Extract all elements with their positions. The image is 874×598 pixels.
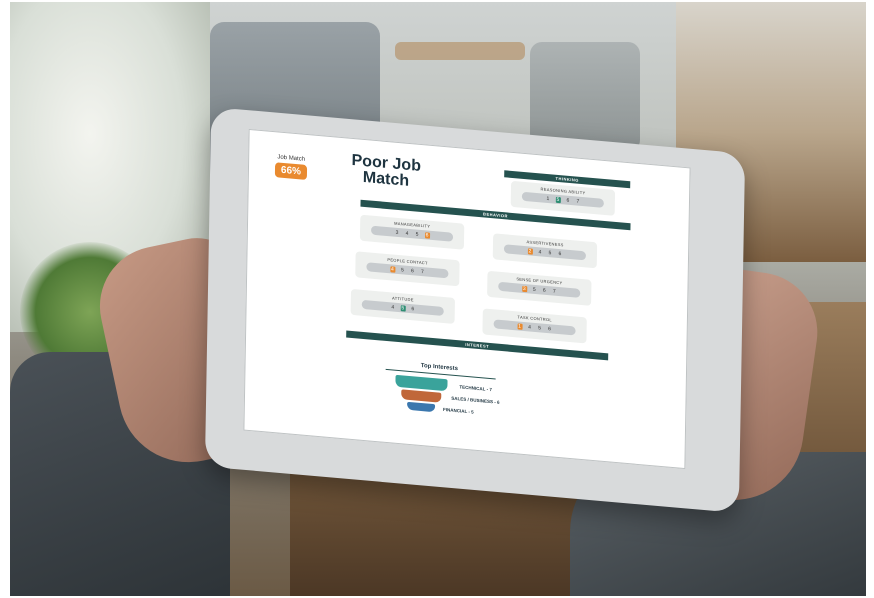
scale-value: 4 (538, 248, 542, 255)
scale-value-highlight: 5 (400, 304, 406, 312)
scale-value: 4 (391, 303, 395, 311)
scale-value: 4 (528, 323, 532, 331)
side-table (395, 42, 525, 60)
top-interests-title: Top Interests (420, 362, 459, 373)
job-match-label: Job Match (277, 154, 306, 163)
scale-value-highlight: 5 (555, 196, 561, 203)
scale-value: 5 (415, 231, 419, 238)
metric-reasoning-ability: REASONING ABILITY 1 5 6 7 (510, 180, 616, 216)
scale-value: 7 (420, 268, 424, 275)
scale-value: 6 (411, 305, 415, 312)
photo-background: Job Match 66% Poor Job Match THINKING RE… (10, 2, 866, 596)
scale-value-highlight: 4 (389, 265, 395, 273)
metric-task-control: TASK CONTROL 1 4 5 6 (482, 308, 587, 344)
scale-value-highlight: 1 (517, 322, 523, 330)
scale-value: 4 (405, 230, 409, 237)
scale-value: 7 (552, 288, 556, 295)
metric-assertiveness: ASSERTIVENESS 2 4 5 6 (492, 233, 598, 269)
scale-value-highlight: 3 (521, 285, 527, 292)
scale-value: 6 (558, 250, 562, 257)
scale-value-highlight: 6 (424, 231, 430, 239)
metric-attitude: ATTITUDE 4 5 6 (350, 288, 456, 324)
metric-people-contact: PEOPLE CONTACT 4 5 6 7 (355, 251, 460, 287)
scale-value: 6 (542, 287, 546, 294)
scale-value: 5 (548, 249, 552, 256)
interest-item: SALES / BUSINESS - 6 (451, 395, 500, 405)
page-title: Poor Job Match (331, 151, 442, 193)
scale-value: 5 (538, 324, 542, 331)
job-match-badge: 66% (274, 162, 308, 180)
scale-value: 5 (400, 266, 404, 273)
scale-value-highlight: 2 (527, 247, 533, 255)
scale-value: 1 (546, 195, 550, 202)
job-match-box: Job Match 66% (261, 153, 321, 181)
funnel-tier-3 (406, 401, 436, 413)
metric-manageability: MANAGEABILITY 3 4 5 6 (359, 214, 465, 250)
scale-value: 7 (576, 198, 580, 205)
tablet: Job Match 66% Poor Job Match THINKING RE… (204, 106, 746, 514)
funnel-tier-2 (401, 389, 442, 403)
scale-value: 6 (410, 267, 414, 274)
scale-value: 6 (548, 325, 552, 332)
interest-funnel (395, 374, 448, 413)
interest-item: FINANCIAL - 5 (442, 406, 474, 415)
scale-value: 3 (395, 229, 399, 236)
tablet-screen: Job Match 66% Poor Job Match THINKING RE… (243, 128, 691, 470)
metric-sense-of-urgency: SENSE OF URGENCY 3 5 6 7 (487, 270, 592, 306)
scale-value: 6 (566, 197, 570, 204)
interest-item: TECHNICAL - 7 (459, 384, 492, 393)
scale-value: 5 (532, 286, 536, 293)
